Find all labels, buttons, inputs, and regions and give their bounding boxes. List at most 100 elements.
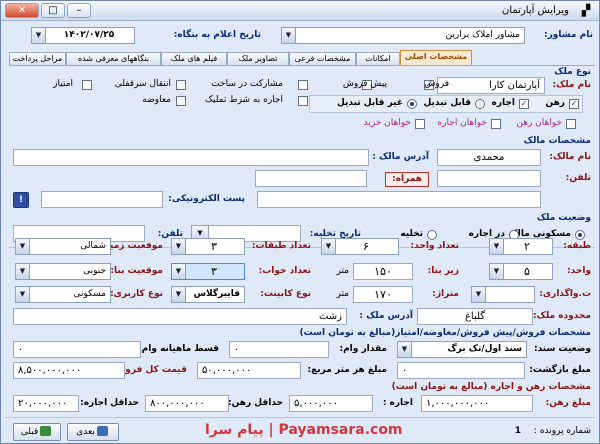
cabinet-select[interactable]: فایبرگلاس ▼ (171, 286, 245, 303)
return-amount-input[interactable]: ۰ (397, 362, 525, 379)
transfer-select[interactable]: ▼ (471, 286, 535, 303)
usage-select[interactable]: مسکونی ▼ (15, 286, 111, 303)
floor-label: طبقه: (563, 241, 591, 251)
app-icon: ▞ (581, 4, 591, 17)
building-position-label: موقعیت بنا: (110, 266, 163, 276)
chevron-down-icon[interactable]: ▼ (172, 287, 186, 302)
units-count-select-value: ۶ (363, 240, 369, 253)
convertible-radio[interactable] (475, 99, 485, 109)
installment-input[interactable]: ۰ (13, 341, 141, 358)
file-number-value: 1 (514, 426, 521, 436)
next-button-label: بعدی (76, 427, 95, 437)
units-count-select[interactable]: ۶ ▼ (321, 238, 399, 255)
title-bar: ✕ □ – ویرایش آپارتمان ▞ (1, 1, 599, 21)
chevron-down-icon[interactable]: ▼ (172, 264, 186, 279)
convertible-label: قابل تبدیل (423, 98, 471, 108)
file-number-label: شماره پرونده : (533, 426, 591, 436)
prev-button[interactable]: قبلی (13, 423, 61, 441)
area-label: زیر بنا: (427, 266, 459, 276)
owner-phone-label: تلفن: (565, 173, 591, 183)
tab-introduced-agencies[interactable]: بنگاههای معرفی شده (66, 52, 161, 65)
footer-divider (5, 417, 595, 418)
meterage-input[interactable]: ۱۷۰ (353, 286, 413, 303)
evacuated-radio[interactable] (427, 230, 437, 240)
chevron-down-icon[interactable]: ▼ (322, 239, 336, 254)
info-icon[interactable]: ! (13, 192, 29, 208)
announce-date-picker[interactable]: ۱۴۰۲/۰۷/۲۵ ▼ (31, 27, 135, 44)
chevron-down-icon[interactable]: ▼ (16, 239, 30, 254)
owner-resident-radio[interactable] (575, 230, 585, 240)
owner-email-input[interactable] (41, 191, 163, 208)
chevron-down-icon[interactable]: ▼ (32, 28, 46, 43)
min-rent-input[interactable]: ۲۰,۰۰۰,۰۰۰ (13, 395, 79, 412)
property-name-input[interactable]: آپارتمان کارا (437, 77, 545, 94)
price-per-meter-input[interactable]: ۵۰,۰۰۰,۰۰۰ (197, 362, 301, 379)
tab-property-images[interactable]: تصاویر ملک (227, 52, 289, 65)
floor-select[interactable]: ۲ ▼ (489, 238, 553, 255)
owner-name-input[interactable]: محمدی (437, 149, 541, 166)
chevron-down-icon[interactable]: ▼ (16, 287, 30, 302)
chevron-down-icon[interactable]: ▼ (472, 287, 486, 302)
tab-facilities[interactable]: امکانات (356, 52, 400, 65)
rent-to-own-checkbox[interactable] (298, 96, 308, 106)
maximize-window-button[interactable]: □ (41, 3, 65, 18)
agent-select[interactable]: مشاور املاک برارین ▼ (281, 27, 525, 44)
wants-rent-checkbox[interactable] (491, 119, 501, 129)
owner-name-label: نام مالک: (549, 152, 591, 162)
floors-total-select[interactable]: ۳ ▼ (171, 238, 245, 255)
usage-label: نوع کاربری: (110, 289, 163, 299)
exchange-checkbox[interactable] (176, 96, 186, 106)
owner-phone-input[interactable] (437, 170, 541, 187)
presale-label: پیش فروش (342, 79, 387, 89)
agent-label: نام مشاور: (544, 30, 593, 40)
chevron-down-icon[interactable]: ▼ (16, 264, 30, 279)
doc-status-select[interactable]: سند اول/تک برگ ▼ (397, 341, 527, 358)
area-input[interactable]: ۱۵۰ (353, 263, 413, 280)
next-button[interactable]: بعدی (67, 423, 119, 441)
tab-property-videos[interactable]: فیلم های ملک (161, 52, 227, 65)
tab-main-specs[interactable]: مشخصات اصلی (400, 50, 472, 65)
unit-select[interactable]: ۵ ▼ (489, 263, 553, 280)
chevron-down-icon[interactable]: ▼ (490, 264, 504, 279)
exchange-label: معاوضه (142, 95, 171, 105)
tab-sub-specs[interactable]: مشخصات فرعی (289, 52, 356, 65)
building-position-select[interactable]: جنوبی ▼ (15, 263, 111, 280)
mortgage-checkbox[interactable]: ✓ (569, 99, 579, 109)
privilege-checkbox[interactable] (82, 80, 92, 90)
tab-payment-steps[interactable]: مراحل پرداخت (9, 52, 66, 65)
mortgage-amount-input[interactable]: ۱,۰۰۰,۰۰۰,۰۰۰ (421, 395, 533, 412)
wants-mortgage-checkbox[interactable] (566, 119, 576, 129)
total-price-input[interactable]: ۸,۵۰۰,۰۰۰,۰۰۰ (13, 362, 125, 379)
non-convertible-radio[interactable] (407, 99, 417, 109)
loan-input[interactable]: ۰ (229, 341, 329, 358)
chevron-down-icon[interactable]: ▼ (282, 28, 296, 43)
min-mortgage-label: حداقل رهن: (228, 398, 283, 408)
rent-amount-input[interactable]: ۵,۰۰۰,۰۰۰ (289, 395, 373, 412)
owner-mobile-input[interactable] (255, 170, 367, 187)
close-window-button[interactable]: ✕ (5, 3, 39, 18)
chevron-down-icon[interactable]: ▼ (172, 239, 186, 254)
units-count-label: تعداد واحد: (410, 241, 459, 251)
section-status: وضعیت ملک (536, 213, 591, 223)
owner-email-label: پست الکترونیکی: (168, 194, 245, 204)
chevron-down-icon[interactable]: ▼ (490, 239, 504, 254)
minimize-window-button[interactable]: – (67, 3, 91, 18)
rent-checkbox[interactable]: ✓ (519, 99, 529, 109)
back-arrow-icon (40, 426, 52, 436)
land-position-select[interactable]: شمالی ▼ (15, 238, 111, 255)
property-address-input[interactable]: زشت (13, 308, 347, 325)
owner-address-label: آدرس مالک : (372, 152, 429, 162)
owner-extra-input[interactable] (257, 191, 541, 208)
forward-arrow-icon (96, 426, 108, 436)
partnership-checkbox[interactable] (298, 80, 308, 90)
goodwill-transfer-checkbox[interactable] (176, 80, 186, 90)
bedrooms-select[interactable]: ۳ ▼ (171, 263, 245, 280)
wants-buy-checkbox[interactable] (415, 119, 425, 129)
goodwill-transfer-label: انتقال سرقفلی (114, 79, 171, 89)
chevron-down-icon[interactable]: ▼ (398, 342, 412, 357)
min-mortgage-input[interactable]: ۸۰۰,۰۰۰,۰۰۰ (145, 395, 229, 412)
floors-total-label: تعداد طبقات: (251, 241, 311, 251)
owner-address-input[interactable] (13, 149, 369, 166)
region-input[interactable]: گلباغ (417, 308, 533, 325)
price-per-meter-label: مبلغ هر متر مربع: (307, 365, 387, 375)
